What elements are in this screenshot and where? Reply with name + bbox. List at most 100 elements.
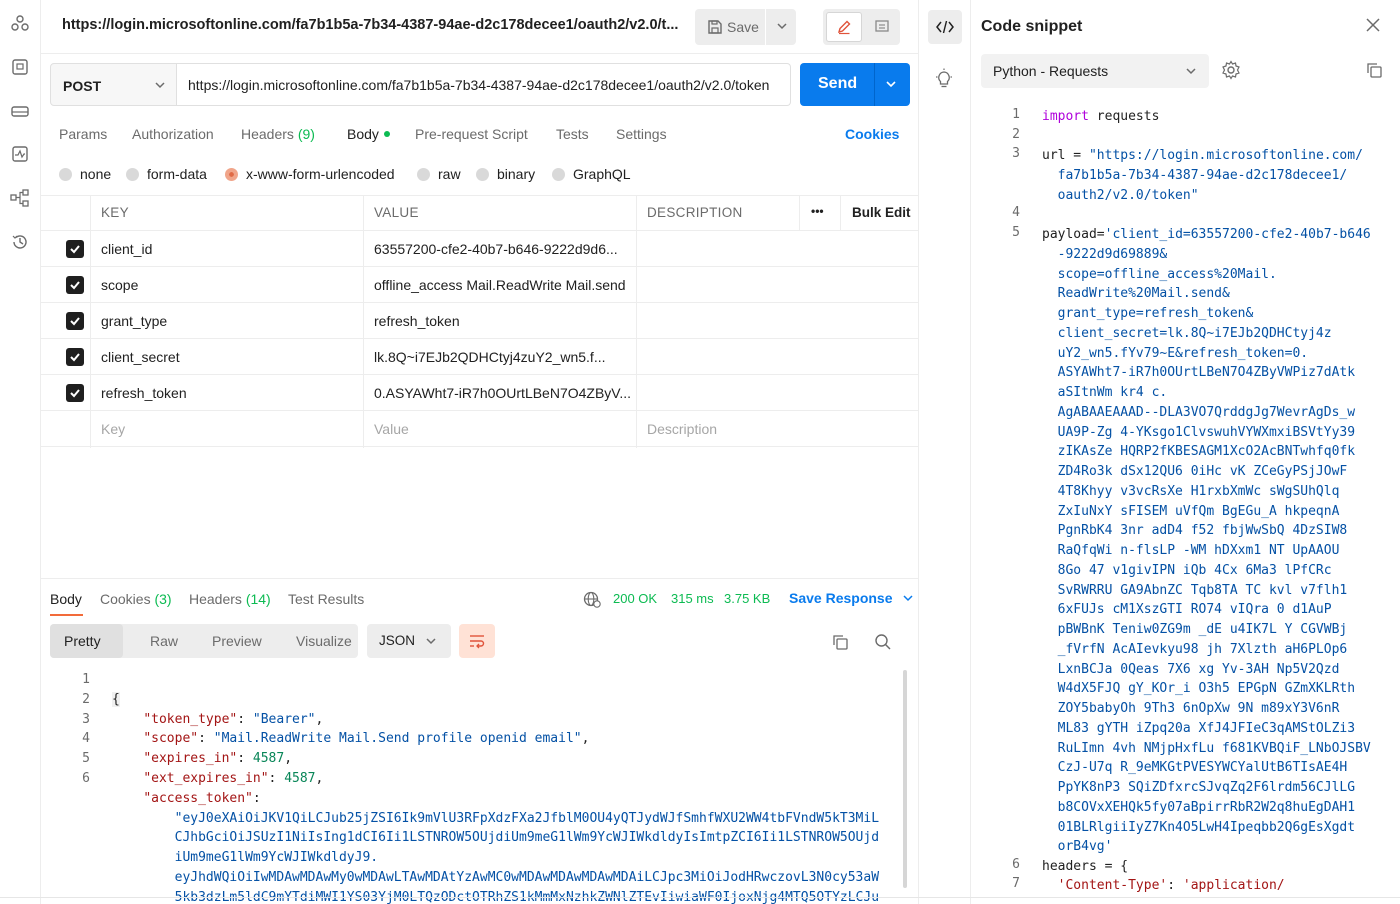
row-checkbox[interactable] — [66, 384, 84, 402]
tab-pre-request-script[interactable]: Pre-request Script — [415, 126, 528, 142]
payload-string: PgnRbK4 3nr adD4 f52 fbjWwSbQ 4DzSIW8 — [1042, 523, 1348, 539]
table-row: client_secret lk.8Q~i7EJb2QDHCtyj4zuY2_w… — [41, 339, 918, 375]
snippet-line-url: url = "https://login.microsoftonline.com… — [1042, 146, 1363, 205]
response-size[interactable]: 3.75 KB — [724, 591, 770, 606]
access-token-line: CJhbGciOiJSUzI1NiIsIng1dCI6Ii1LSTNROW5OU… — [174, 830, 880, 846]
api-icon[interactable] — [9, 56, 31, 78]
payload-string: zIKAsZe HQRP2fKBESAGM1XcO2AcBNTwhfq0fk — [1042, 444, 1356, 460]
response-tab-cookies[interactable]: Cookies (3) — [100, 591, 172, 607]
method-label: POST — [63, 78, 102, 94]
view-raw[interactable]: Raw — [136, 624, 192, 658]
header-colon: : — [1167, 878, 1183, 893]
line-number: 3 — [1012, 146, 1020, 161]
chevron-down-icon[interactable] — [775, 19, 789, 36]
radio-none[interactable]: none — [59, 166, 111, 182]
response-headers-count: (14) — [245, 591, 271, 607]
param-value[interactable]: refresh_token — [364, 303, 636, 339]
param-key[interactable]: client_secret — [91, 339, 190, 375]
param-key[interactable]: grant_type — [91, 303, 177, 339]
radio-raw[interactable]: raw — [417, 166, 461, 182]
param-key[interactable]: refresh_token — [91, 375, 197, 411]
row-checkbox[interactable] — [66, 276, 84, 294]
param-value[interactable]: offline_access Mail.ReadWrite Mail.send — [364, 267, 636, 303]
response-time[interactable]: 315 ms — [671, 591, 714, 606]
payload-string: orB4vg' — [1042, 839, 1113, 855]
globe-icon[interactable] — [580, 587, 604, 611]
response-tab-test-results[interactable]: Test Results — [288, 591, 364, 607]
tab-headers[interactable]: Headers (9) — [241, 126, 315, 142]
tab-body[interactable]: Body — [347, 126, 390, 142]
lightbulb-icon[interactable] — [934, 68, 954, 93]
access-token-line: "eyJ0eXAiOiJKV1QiLCJub25jZSI6Ik9mVlU3RFp… — [174, 810, 880, 826]
payload-string: 6xFUJs cM1XszGTI RO74 vIQra 0 d1AuP — [1042, 602, 1332, 618]
url-input[interactable]: https://login.microsoftonline.com/fa7b1b… — [177, 63, 791, 106]
new-key-input[interactable]: Key — [91, 411, 135, 447]
method-select[interactable]: POST — [50, 63, 177, 106]
more-options-icon[interactable]: ••• — [801, 194, 834, 230]
edit-mode-button[interactable] — [826, 12, 862, 42]
payload-string: ML83 gYTH iZpq20a XfJ4JFIeC3qAMStOLZi3 — [1042, 720, 1356, 736]
radio-binary[interactable]: binary — [476, 166, 535, 182]
import-module: requests — [1088, 109, 1160, 124]
copy-snippet-icon[interactable] — [1365, 61, 1383, 82]
environment-icon[interactable] — [9, 100, 31, 122]
copy-icon[interactable] — [828, 630, 852, 654]
save-button[interactable]: Save — [695, 9, 796, 45]
radio-none-label: none — [80, 166, 112, 182]
payload-string: scope=offline_access%20Mail. — [1042, 266, 1277, 282]
response-json: { "token_type": "Bearer", "scope": "Mail… — [112, 691, 880, 904]
payload-string: SvRWRRU GA9AbnZC Tqb8TA TC kvl v7flh1 — [1042, 582, 1348, 598]
param-key[interactable]: scope — [91, 267, 148, 303]
view-visualize[interactable]: Visualize — [282, 624, 366, 658]
close-icon[interactable] — [1365, 17, 1381, 36]
format-select[interactable]: JSON — [367, 624, 451, 658]
wrap-lines-button[interactable] — [459, 624, 495, 658]
param-value[interactable]: lk.8Q~i7EJb2QDHCtyj4zuY2_wn5.f... — [364, 339, 636, 375]
request-title[interactable]: https://login.microsoftonline.com/fa7b1b… — [62, 17, 678, 33]
radio-form-data[interactable]: form-data — [126, 166, 207, 182]
radio-urlencoded[interactable]: x-www-form-urlencoded — [225, 166, 395, 182]
row-checkbox[interactable] — [66, 348, 84, 366]
team-icon[interactable] — [9, 12, 31, 34]
history-icon[interactable] — [9, 231, 31, 253]
response-tab-body[interactable]: Body — [50, 591, 82, 607]
json-key: "expires_in" — [143, 751, 238, 767]
param-value[interactable]: 63557200-cfe2-40b7-b646-9222d9d6... — [364, 231, 636, 267]
response-scrollbar[interactable] — [903, 670, 907, 888]
response-tab-headers[interactable]: Headers (14) — [189, 591, 271, 607]
tab-params[interactable]: Params — [59, 126, 107, 142]
import-keyword: import — [1042, 109, 1089, 124]
language-select[interactable]: Python - Requests — [981, 54, 1209, 88]
row-checkbox[interactable] — [66, 240, 84, 258]
code-icon[interactable] — [928, 10, 962, 44]
flows-icon[interactable] — [9, 187, 31, 209]
column-value: VALUE — [374, 205, 419, 220]
cookies-link[interactable]: Cookies — [845, 126, 899, 142]
param-key[interactable]: client_id — [91, 231, 162, 267]
radio-form-data-label: form-data — [147, 166, 207, 182]
bulk-edit-button[interactable]: Bulk Edit — [852, 205, 911, 220]
format-label: JSON — [379, 633, 416, 648]
new-description-input[interactable]: Description — [637, 411, 727, 447]
save-response-button[interactable]: Save Response — [789, 590, 914, 606]
row-checkbox[interactable] — [66, 312, 84, 330]
payload-string: UA9P-Zg 4-YKsgo1ClvswuhVYWXmxiBSVtYy39 — [1042, 424, 1356, 440]
search-icon[interactable] — [871, 630, 895, 654]
chevron-down-icon[interactable] — [884, 77, 898, 94]
radio-graphql[interactable]: GraphQL — [552, 166, 631, 182]
payload-string: _fVrfN AcAIevkyu98 jh 7Xlzth aH6PLOp6 — [1042, 641, 1348, 657]
monitor-icon[interactable] — [9, 143, 31, 165]
tab-tests[interactable]: Tests — [556, 126, 589, 142]
comments-button[interactable] — [867, 12, 897, 42]
send-button[interactable]: Send — [800, 63, 910, 106]
code-snippet-panel: Code snippet Python - Requests 1 2 3 4 5… — [918, 0, 1400, 904]
status-code[interactable]: 200 OK — [613, 591, 657, 606]
new-value-input[interactable]: Value — [364, 411, 419, 447]
view-pretty[interactable]: Pretty — [50, 624, 123, 658]
gear-icon[interactable] — [1221, 60, 1241, 83]
tab-authorization[interactable]: Authorization — [132, 126, 214, 142]
param-value[interactable]: 0.ASYAWht7-iR7h0OUrtLBeN7O4ZByV... — [364, 375, 636, 411]
tab-settings[interactable]: Settings — [616, 126, 667, 142]
payload-string: CzJ-U7q R_9eMKGtPVESYWCYalUtB6TIsAE4H — [1042, 760, 1348, 776]
view-preview[interactable]: Preview — [198, 624, 276, 658]
